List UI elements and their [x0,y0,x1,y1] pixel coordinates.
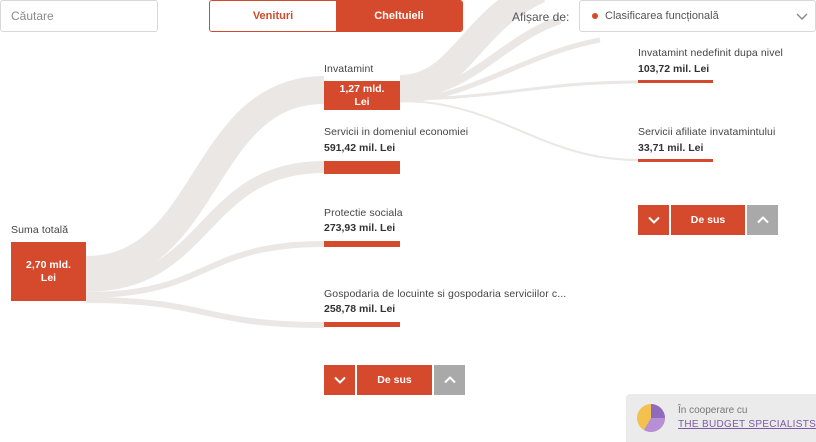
pager-level2-top-button[interactable]: De sus [671,205,745,235]
search-input[interactable] [0,0,158,32]
classification-value: Clasificarea funcțională [605,10,719,22]
node-protectie[interactable] [324,241,400,247]
tab-cheltuieli[interactable]: Cheltuieli [336,1,462,31]
node-invatamint-value-line1: 1,27 mld. [339,83,385,95]
chevron-up-icon [443,376,456,384]
node-afiliate[interactable] [638,159,713,162]
node-invatamint-label: Invatamint [324,63,374,75]
node-nedefinit[interactable] [638,80,713,83]
pager-level2-up-button[interactable] [747,205,778,235]
root-value-line1: 2,70 mld. [26,259,71,271]
node-nedefinit-value: 103,72 mil. Lei [638,63,710,75]
budget-specialists-link[interactable]: THE BUDGET SPECIALISTS .e [678,419,816,430]
root-node[interactable]: 2,70 mld. Lei [11,242,86,301]
node-afiliate-label: Servicii afiliate invatamintului [638,126,776,138]
selected-dot-icon [592,13,598,19]
pie-logo-icon [637,404,665,432]
pager-level1-top-button[interactable]: De sus [357,365,432,395]
pager-level1-up-button[interactable] [434,365,465,395]
chevron-down-icon [796,13,808,20]
node-invatamint-value-line2: Lei [354,96,370,108]
node-economie-label: Servicii in domeniul economiei [324,126,469,138]
income-expense-toggle: Venituri Cheltuieli [209,0,463,32]
node-economie-value: 591,42 mil. Lei [324,142,396,154]
pager-level2-down-button[interactable] [638,205,669,235]
tab-venituri[interactable]: Venituri [210,1,336,31]
node-nedefinit-label: Invatamint nedefinit dupa nivel [638,47,783,59]
chevron-down-icon [333,376,346,384]
root-label: Suma totală [11,224,69,236]
pager-level1: De sus [324,365,465,395]
node-protectie-value: 273,93 mil. Lei [324,222,396,234]
pager-level1-down-button[interactable] [324,365,355,395]
chevron-down-icon [647,216,660,224]
node-afiliate-value: 33,71 mil. Lei [638,142,704,154]
cooperation-label: În cooperare cu [678,405,748,416]
node-gospodaria[interactable] [324,322,400,327]
node-protectie-label: Protectie sociala [324,207,403,219]
node-economie[interactable] [324,161,400,174]
display-label: Afișare de: [512,10,570,24]
flow-root-gospodaria [85,297,325,328]
node-gospodaria-label: Gospodaria de locuinte si gospodaria ser… [324,288,567,300]
cooperation-badge: În cooperare cu THE BUDGET SPECIALISTS .… [626,394,816,442]
chevron-up-icon [756,216,769,224]
classification-select[interactable]: Clasificarea funcțională [579,0,816,32]
node-gospodaria-value: 258,78 mil. Lei [324,303,396,315]
root-value-line2: Lei [40,272,57,284]
pager-level2: De sus [638,205,778,235]
node-invatamint[interactable]: 1,27 mld. Lei [324,81,400,110]
